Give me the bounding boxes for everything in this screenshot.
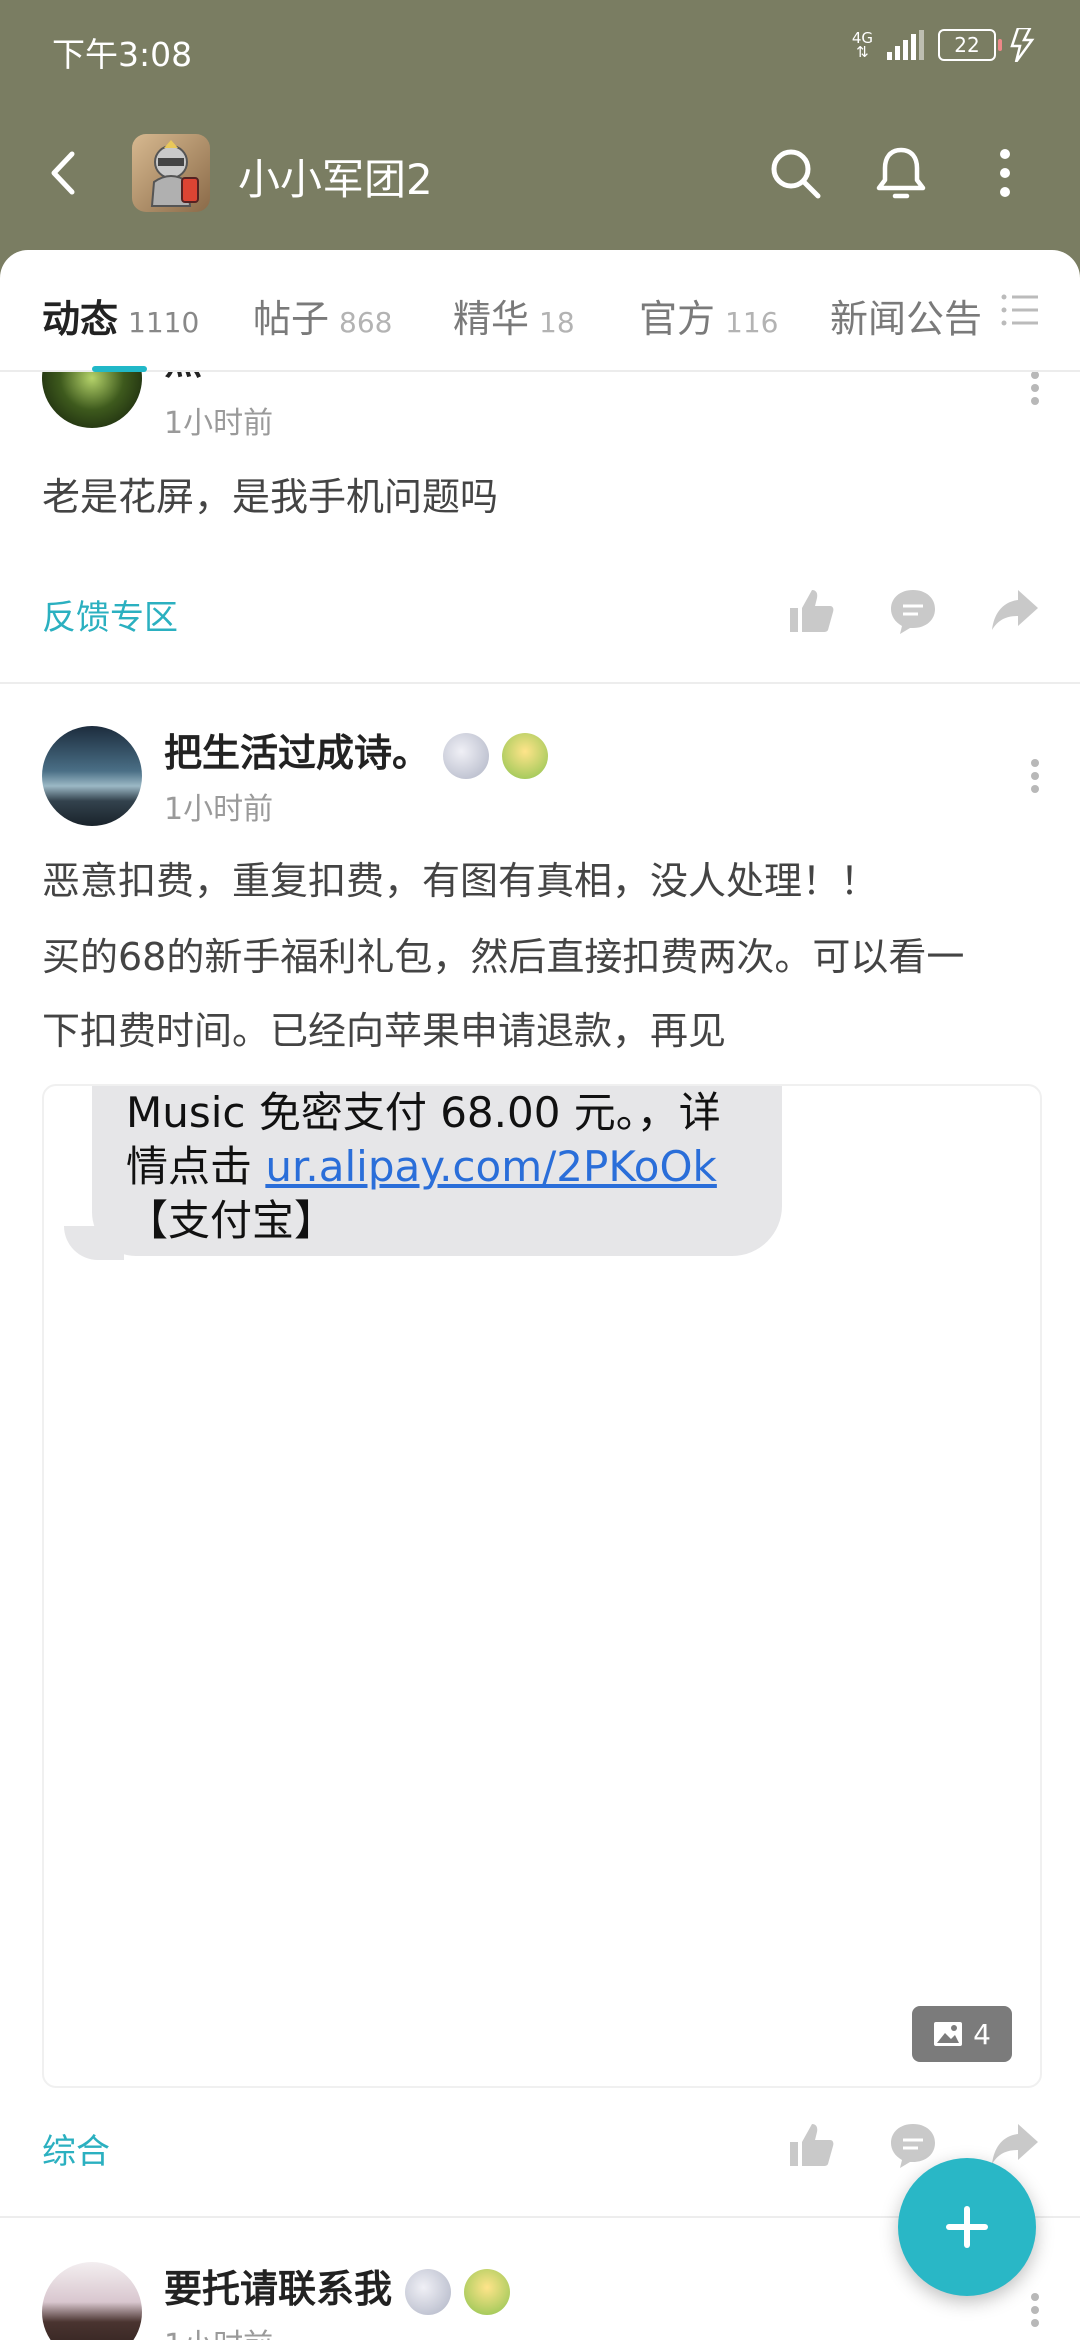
- like-icon[interactable]: [786, 586, 836, 636]
- avatar[interactable]: [42, 726, 142, 826]
- comment-icon[interactable]: [888, 2120, 938, 2170]
- post-author-row: 要托请联系我: [164, 2258, 511, 2315]
- post-author-row: 把生活过成诗。: [164, 722, 549, 779]
- post-category[interactable]: 反馈专区: [42, 590, 178, 639]
- avatar[interactable]: [42, 2262, 142, 2340]
- status-time: 下午3:08: [52, 35, 193, 74]
- title-bar: 小小军团2: [0, 128, 1080, 218]
- character-badge-icon: [502, 732, 549, 779]
- post-more-icon[interactable]: [1030, 372, 1040, 410]
- back-arrow-icon[interactable]: [40, 148, 90, 198]
- signal-icon: [887, 30, 924, 60]
- level-badge-icon: [443, 732, 490, 779]
- post-more-icon[interactable]: [1030, 754, 1040, 798]
- character-badge-icon: [464, 2268, 511, 2315]
- post-image[interactable]: Music 免密支付 68.00 元。，详 情点击 ur.alipay.com/…: [42, 1084, 1042, 2088]
- post-author[interactable]: 要托请联系我: [164, 2267, 392, 2311]
- page-title: 小小军团2: [238, 155, 433, 204]
- share-icon[interactable]: [990, 2120, 1040, 2170]
- level-badge-icon: [405, 2268, 452, 2315]
- post-category[interactable]: 综合: [42, 2124, 110, 2173]
- post-author[interactable]: 杰: [164, 372, 202, 385]
- list-menu-icon[interactable]: [1000, 292, 1040, 328]
- game-icon[interactable]: [132, 134, 210, 212]
- tab-featured[interactable]: 精华 18: [453, 288, 575, 343]
- post-text: 恶意扣费，重复扣费，有图有真相，没人处理！！ 买的68的新手福利礼包，然后直接扣…: [42, 859, 965, 1053]
- post-author[interactable]: 把生活过成诗。: [164, 731, 430, 775]
- app-header: 下午3:08 4G ⇅ 22 小小军团2: [0, 0, 1080, 290]
- post-time: 1小时前: [164, 2320, 273, 2340]
- create-post-button[interactable]: [898, 2158, 1036, 2296]
- comment-icon[interactable]: [888, 586, 938, 636]
- network-type: 4G ⇅: [851, 29, 873, 61]
- share-icon[interactable]: [990, 586, 1040, 636]
- status-bar: 下午3:08 4G ⇅ 22: [52, 28, 1040, 74]
- sms-bubble: Music 免密支付 68.00 元。，详 情点击 ur.alipay.com/…: [92, 1086, 782, 1256]
- tab-dynamic[interactable]: 动态 1110: [42, 288, 199, 343]
- bell-icon[interactable]: [870, 142, 932, 204]
- post-actions: [786, 586, 1040, 636]
- tab-posts[interactable]: 帖子 868: [253, 288, 392, 343]
- status-icons: 4G ⇅ 22: [852, 28, 1040, 62]
- avatar[interactable]: [42, 372, 142, 428]
- tab-news[interactable]: 新闻公告: [830, 288, 982, 343]
- battery-icon: 22: [938, 29, 1002, 61]
- search-icon[interactable]: [764, 142, 826, 204]
- post-divider: [0, 682, 1080, 684]
- more-menu-icon[interactable]: [974, 142, 1036, 204]
- tab-bar: 动态 1110 帖子 868 精华 18 官方 116 新闻公告: [0, 250, 1080, 372]
- feed[interactable]: 杰 1小时前 老是花屏，是我手机问题吗 反馈专区 把生活过成诗。 1小时前 恶意…: [0, 372, 1080, 2340]
- post-more-icon[interactable]: [1030, 2288, 1040, 2332]
- post-time: 1小时前: [164, 406, 274, 441]
- tab-official[interactable]: 官方 116: [639, 288, 778, 343]
- post-actions: [786, 2120, 1040, 2170]
- like-icon[interactable]: [786, 2120, 836, 2170]
- post-time: 1小时前: [164, 792, 274, 827]
- post-text: 老是花屏，是我手机问题吗: [42, 475, 499, 519]
- image-count-badge: 4: [912, 2006, 1012, 2062]
- image-icon: [934, 2022, 963, 2046]
- alipay-link: ur.alipay.com/2PKoOk: [265, 1142, 717, 1191]
- charging-icon: [1010, 28, 1035, 62]
